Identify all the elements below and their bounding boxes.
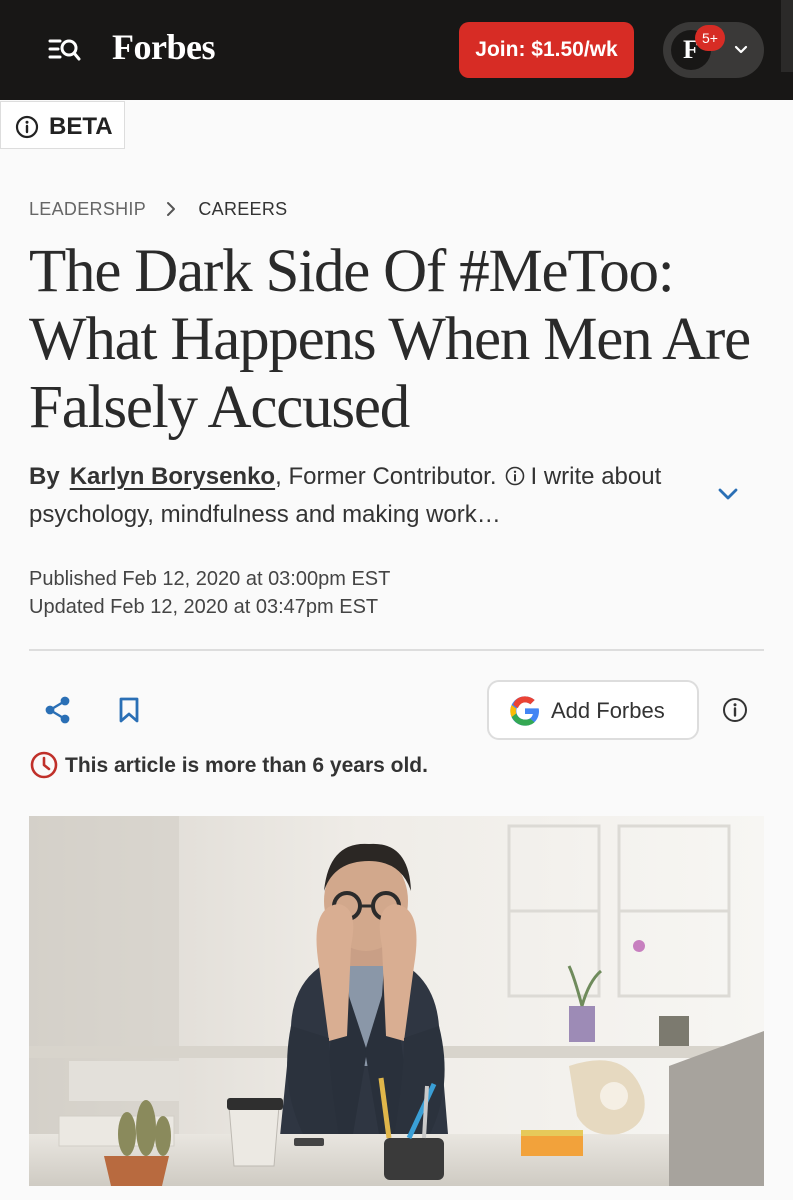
chevron-down-icon	[734, 45, 748, 54]
article-dates: Published Feb 12, 2020 at 03:00pm EST Up…	[29, 565, 390, 621]
expand-byline-chevron-icon[interactable]	[716, 482, 740, 506]
forbes-logo[interactable]: Forbes	[112, 26, 215, 68]
byline-prefix: By	[29, 463, 60, 490]
add-forbes-google-button[interactable]: Add Forbes	[487, 680, 699, 740]
stressed-man-at-desk-image	[29, 816, 764, 1186]
breadcrumb-subsection-link[interactable]: CAREERS	[198, 199, 287, 219]
notification-badge: 5+	[695, 25, 725, 51]
hero-image	[29, 816, 764, 1186]
info-icon[interactable]	[505, 466, 525, 486]
chevron-right-icon	[167, 202, 176, 216]
share-icon[interactable]	[44, 696, 72, 724]
updated-date: Updated Feb 12, 2020 at 03:47pm EST	[29, 596, 379, 618]
bookmark-icon[interactable]	[116, 696, 142, 724]
divider	[29, 649, 764, 651]
add-forbes-label: Add Forbes	[551, 698, 665, 723]
article-title: The Dark Side Of #MeToo: What Happens Wh…	[29, 238, 751, 441]
beta-label: BETA	[49, 113, 113, 140]
author-role: Former Contributor.	[288, 463, 497, 490]
account-menu-button[interactable]: F 5+	[663, 22, 764, 78]
byline: By Karlyn Borysenko, Former Contributor. I…	[29, 463, 662, 528]
clock-icon	[30, 751, 58, 779]
search-menu-icon[interactable]	[48, 34, 82, 64]
age-notice-text: This article is more than 6 years old.	[65, 754, 428, 777]
breadcrumb: LEADERSHIP CAREERS	[29, 199, 287, 220]
top-navigation-bar: Forbes Join: $1.50/wk F 5+	[0, 0, 793, 100]
info-icon	[15, 115, 39, 139]
beta-badge[interactable]: BETA	[0, 101, 125, 149]
article-age-notice: This article is more than 6 years old.	[29, 750, 428, 780]
author-link[interactable]: Karlyn Borysenko	[70, 463, 275, 490]
published-date: Published Feb 12, 2020 at 03:00pm EST	[29, 568, 391, 590]
join-subscription-button[interactable]: Join: $1.50/wk	[459, 22, 634, 78]
info-icon[interactable]	[722, 697, 748, 723]
scrollbar-edge	[781, 0, 793, 72]
breadcrumb-section-link[interactable]: LEADERSHIP	[29, 199, 146, 219]
google-icon	[510, 696, 539, 726]
